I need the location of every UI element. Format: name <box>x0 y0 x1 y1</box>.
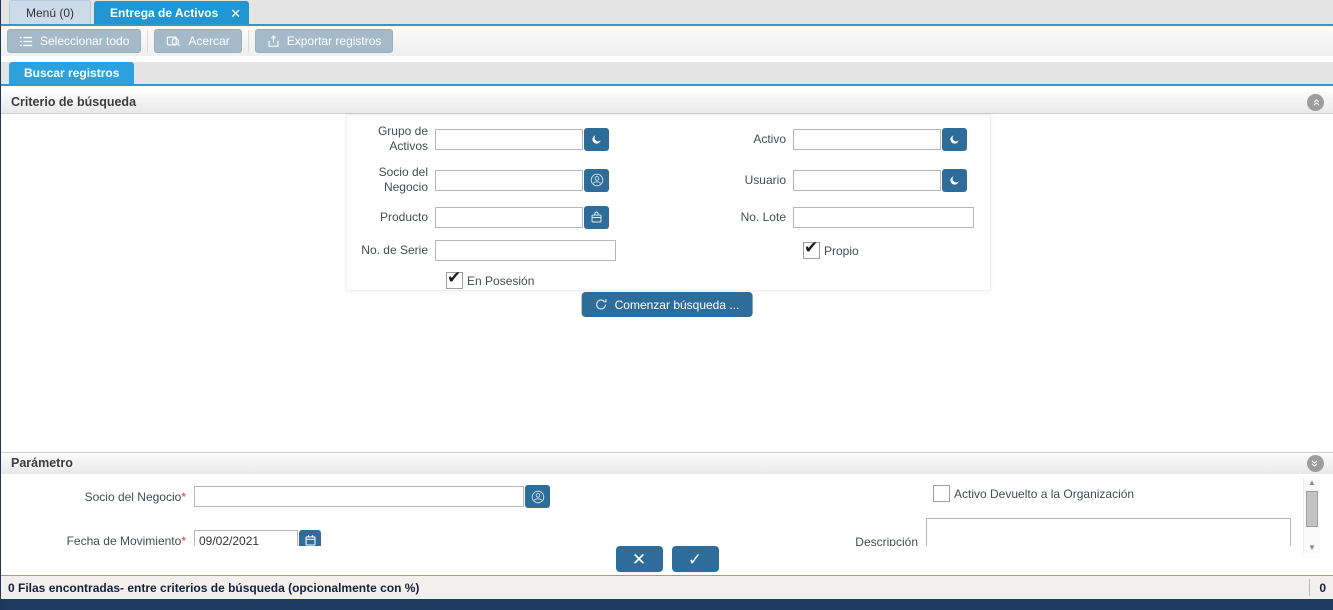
in-possession-label: En Posesión <box>467 273 535 288</box>
scroll-down-icon[interactable]: ▼ <box>1308 543 1316 553</box>
export-records-button[interactable]: Exportar registros <box>254 29 394 53</box>
parameter-title: Parámetro <box>11 456 73 470</box>
scroll-up-icon[interactable]: ▲ <box>1308 478 1316 488</box>
product-box-icon <box>590 211 603 224</box>
required-mark: * <box>181 533 186 548</box>
user-input[interactable] <box>793 169 941 191</box>
window-bottom-border <box>1 599 1333 610</box>
scrollbar-thumb[interactable] <box>1306 490 1318 527</box>
criteria-body: Grupo de Activos Activo Socio del Negoci… <box>1 114 1333 452</box>
toolbar-separator <box>247 30 249 52</box>
criteria-section-header: Criterio de búsqueda » <box>1 92 1333 114</box>
product-lookup-button[interactable] <box>584 206 609 229</box>
asset-group-label: Grupo de Activos <box>377 124 428 153</box>
zoom-button[interactable]: Acercar <box>154 29 242 53</box>
window-tab-bar: Menú (0) Entrega de Activos ✕ <box>1 0 1333 26</box>
parameter-body: Socio del Negocio* Activo Devuelto a la … <box>1 474 1333 547</box>
chevron-down-icon: » <box>1307 459 1323 468</box>
chevron-up-icon: » <box>1307 98 1323 107</box>
lot-label: No. Lote <box>740 210 786 224</box>
product-label: Producto <box>379 210 428 224</box>
confirm-button[interactable]: ✓ <box>671 546 719 572</box>
collapse-parameter-button[interactable]: » <box>1307 455 1324 472</box>
checkmark-icon: ✔ <box>447 268 462 287</box>
status-bar: 0 Filas encontradas- entre criterios de … <box>1 575 1333 599</box>
lookup-moon-icon <box>949 174 961 186</box>
lookup-moon-icon <box>591 133 603 145</box>
confirm-panel: ✕ ✓ <box>1 546 1333 574</box>
list-icon <box>19 35 33 48</box>
in-possession-checkbox[interactable]: ✔ <box>446 268 463 289</box>
param-bpartner-label: Socio del Negocio* <box>84 489 186 504</box>
movement-date-label: Fecha de Movimiento* <box>66 533 186 548</box>
checkmark-icon: ✔ <box>804 238 819 257</box>
search-criteria-panel: Grupo de Activos Activo Socio del Negoci… <box>346 114 991 291</box>
zoom-label: Acercar <box>188 34 230 48</box>
select-all-button[interactable]: Seleccionar todo <box>7 29 142 53</box>
search-tab-bar: Buscar registros <box>1 62 1333 86</box>
param-bpartner-input[interactable] <box>194 486 524 507</box>
export-label: Exportar registros <box>286 34 382 48</box>
tab-entrega-label: Entrega de Activos <box>110 6 219 20</box>
start-search-label: Comenzar búsqueda ... <box>614 297 740 312</box>
status-message: 0 Filas encontradas- entre criterios de … <box>8 580 420 595</box>
parameter-scrollbar[interactable]: ▲ ▼ <box>1303 478 1320 553</box>
start-search-button[interactable]: Comenzar búsqueda ... <box>581 292 753 317</box>
asset-returned-checkbox[interactable] <box>933 485 950 502</box>
bpartner-input[interactable] <box>435 169 583 191</box>
movement-date-input[interactable] <box>194 530 298 547</box>
cancel-button[interactable]: ✕ <box>615 546 663 572</box>
calendar-button[interactable] <box>299 530 321 547</box>
product-input[interactable] <box>435 207 583 228</box>
tab-entrega-de-activos[interactable]: Entrega de Activos ✕ <box>94 1 250 24</box>
criteria-title: Criterio de búsqueda <box>11 95 137 109</box>
owned-checkbox[interactable]: ✔ <box>803 238 820 259</box>
parameter-section-header: Parámetro » <box>1 452 1333 475</box>
row-count: 0 <box>1319 580 1326 595</box>
lot-input[interactable] <box>793 207 974 228</box>
asset-label: Activo <box>753 131 786 146</box>
param-bpartner-lookup-button[interactable] <box>525 485 550 508</box>
asset-returned-label: Activo Devuelto a la Organización <box>954 486 1135 501</box>
bpartner-label: Socio del Negocio <box>378 165 428 194</box>
owned-label: Propio <box>824 243 859 258</box>
bpartner-lookup-button[interactable] <box>584 168 609 192</box>
lookup-moon-icon <box>949 133 961 145</box>
zoom-window-icon <box>166 34 181 48</box>
tab-buscar-registros[interactable]: Buscar registros <box>9 62 135 84</box>
export-icon <box>267 34 280 48</box>
person-icon <box>590 173 604 187</box>
close-icon[interactable]: ✕ <box>230 7 241 20</box>
asset-group-lookup-button[interactable] <box>584 127 609 151</box>
select-all-label: Seleccionar todo <box>40 34 130 48</box>
refresh-icon <box>595 298 608 311</box>
status-separator <box>1309 579 1311 596</box>
asset-lookup-button[interactable] <box>942 127 967 151</box>
collapse-criteria-button[interactable]: » <box>1307 94 1324 111</box>
description-textarea[interactable] <box>926 518 1291 547</box>
asset-input[interactable] <box>793 128 941 150</box>
user-label: Usuario <box>744 172 786 187</box>
person-icon <box>531 490 545 504</box>
serial-input[interactable] <box>435 240 616 261</box>
required-mark: * <box>181 489 186 504</box>
user-lookup-button[interactable] <box>942 168 967 192</box>
toolbar-separator <box>147 30 149 52</box>
toolbar: Seleccionar todo Acercar Exportar regist… <box>1 26 1333 56</box>
app-window: Menú (0) Entrega de Activos ✕ Selecciona… <box>0 0 1333 610</box>
asset-group-input[interactable] <box>435 128 583 150</box>
serial-label: No. de Serie <box>361 243 428 257</box>
tab-menu[interactable]: Menú (0) <box>9 0 92 24</box>
